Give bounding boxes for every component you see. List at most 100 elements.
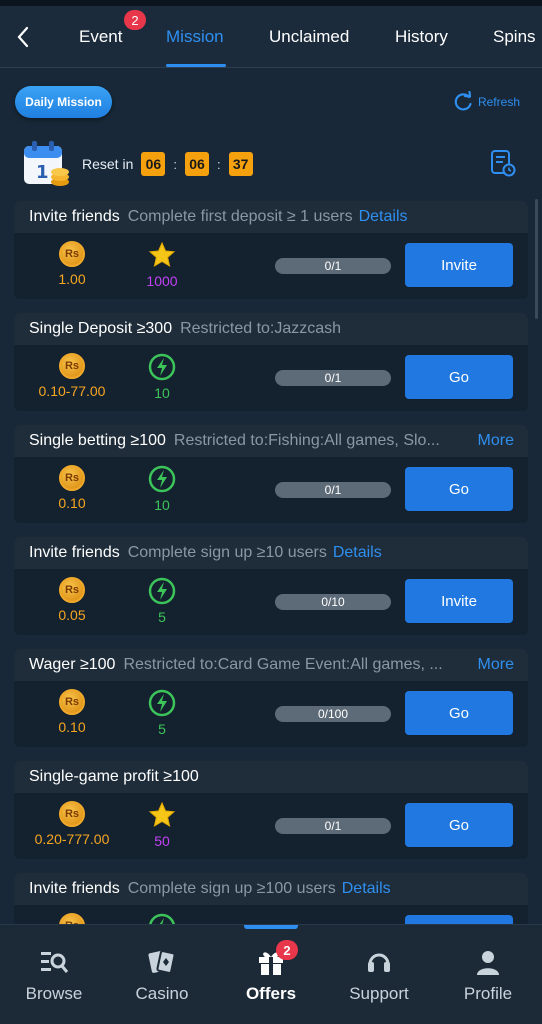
coin-reward-value: 1.00 (58, 271, 86, 287)
mission-header: Invite friends Complete first deposit ≥ … (14, 201, 528, 233)
bonus-reward: 10 (117, 353, 207, 401)
mission-action-button[interactable]: Invite (405, 243, 513, 287)
daily-mission-button[interactable]: Daily Mission (15, 86, 112, 118)
mission-action-button[interactable]: Go (405, 355, 513, 399)
mission-title: Invite friends (29, 880, 120, 897)
details-link[interactable]: Details (359, 208, 408, 226)
mission-action-button[interactable]: Go (405, 691, 513, 735)
browse-icon (39, 946, 69, 978)
nav-casino[interactable]: Casino (108, 925, 216, 1024)
mission-description: Restricted to:Jazzcash (180, 320, 342, 337)
bonus-reward-value: 50 (154, 833, 170, 849)
mission-action-button[interactable]: Invite (405, 579, 513, 623)
nav-support[interactable]: Support (325, 925, 433, 1024)
tab-event[interactable]: Event 2 (79, 6, 146, 68)
mission-header: Single Deposit ≥300 Restricted to:Jazzca… (14, 313, 528, 345)
mission-card: Invite friends Complete first deposit ≥ … (14, 201, 528, 299)
mission-action-button[interactable] (405, 915, 513, 924)
mission-header: Wager ≥100 Restricted to:Card Game Event… (14, 649, 528, 681)
gift-icon: 2 (256, 940, 298, 978)
bonus-reward-value: 5 (158, 609, 166, 625)
mission-card: Single Deposit ≥300 Restricted to:Jazzca… (14, 313, 528, 411)
lightning-icon (148, 577, 176, 605)
mission-header: Invite friends Complete sign up ≥10 user… (14, 537, 528, 569)
chevron-left-icon (17, 26, 29, 47)
nav-offers[interactable]: 2 Offers (217, 925, 325, 1024)
bonus-reward: 5 (117, 577, 207, 625)
coin-reward: Rs 0.10 (27, 689, 117, 735)
details-link[interactable]: Details (333, 544, 382, 562)
mission-title: Invite friends (29, 208, 120, 225)
nav-profile[interactable]: Profile (434, 925, 542, 1024)
mission-title: Invite friends (29, 544, 120, 561)
bottom-navigation: Browse Casino 2 Offers Support Profile (0, 924, 542, 1024)
mission-description: Complete first deposit ≥ 1 users (127, 208, 353, 225)
cards-icon (147, 946, 177, 978)
tab-mission-label: Mission (166, 27, 224, 46)
bonus-reward: 1000 (117, 241, 207, 289)
mission-body: Rs 0.20-777.00 50 0/1 Go (14, 793, 528, 859)
nav-profile-label: Profile (463, 984, 513, 1003)
bonus-reward-value: 1000 (146, 273, 178, 289)
details-link[interactable]: Details (342, 880, 391, 898)
mission-body: Rs 0.10 10 0/1 Go (14, 457, 528, 523)
bonus-reward: 10 (117, 465, 207, 513)
coin-reward-value: 0.10-77.00 (38, 383, 106, 399)
mission-content[interactable]: Daily Mission Refresh 1 Reset in 06: 06… (0, 69, 542, 924)
tab-spins-label: Spins (493, 27, 536, 46)
mission-record-button[interactable] (490, 149, 516, 182)
nav-offers-label: Offers (245, 984, 297, 1003)
tab-mission[interactable]: Mission (166, 6, 224, 68)
coin-reward: Rs 1.00 (27, 241, 117, 287)
progress-bar: 0/10 (275, 594, 391, 610)
refresh-button[interactable]: Refresh (452, 91, 520, 113)
more-link[interactable]: More (471, 649, 514, 681)
mission-screen: Event 2 Mission Unclaimed History Spins … (0, 0, 542, 1024)
coin-reward: Rs 0.10 (27, 465, 117, 511)
scrollbar[interactable] (535, 199, 538, 319)
back-button[interactable] (0, 6, 46, 68)
refresh-label: Refresh (477, 95, 520, 109)
rupee-coin-icon: Rs (59, 465, 85, 491)
progress-bar: 0/1 (275, 258, 391, 274)
bonus-reward-value: 10 (154, 385, 170, 401)
more-link[interactable]: More (471, 425, 514, 457)
headset-icon (364, 946, 394, 978)
bonus-reward-value: 5 (158, 721, 166, 737)
tab-history-label: History (395, 27, 448, 46)
lightning-icon (148, 689, 176, 717)
coin-reward-value: 0.10 (58, 719, 86, 735)
rupee-coin-icon: Rs (59, 801, 85, 827)
mission-body: Rs (14, 905, 528, 924)
active-tab-underline (166, 64, 226, 67)
mission-header: Invite friends Complete sign up ≥100 use… (14, 873, 528, 905)
mission-action-button[interactable]: Go (405, 467, 513, 511)
tab-unclaimed-label: Unclaimed (269, 27, 350, 46)
mission-header: Single-game profit ≥100 (14, 761, 528, 793)
tab-event-label: Event (79, 27, 123, 46)
progress-bar: 0/100 (275, 706, 391, 722)
tab-history[interactable]: History (395, 6, 448, 68)
calendar-coins-icon: 1 (20, 138, 72, 190)
mission-title: Single betting ≥100 (29, 432, 166, 449)
mission-card: Invite friends Complete sign up ≥10 user… (14, 537, 528, 635)
bonus-reward: 5 (117, 689, 207, 737)
person-icon (473, 946, 503, 978)
rupee-coin-icon: Rs (59, 353, 85, 379)
tab-unclaimed[interactable]: Unclaimed (269, 6, 349, 68)
mission-title: Single-game profit ≥100 (29, 768, 199, 785)
coin-reward-value: 0.10 (58, 495, 86, 511)
nav-support-label: Support (349, 984, 409, 1003)
rupee-coin-icon: Rs (59, 689, 85, 715)
reset-timer-row: 1 Reset in 06 : 06 : 37 (20, 137, 522, 191)
mission-title: Wager ≥100 (29, 656, 116, 673)
mission-card: Single-game profit ≥100 Rs 0.20-777.00 5… (14, 761, 528, 859)
mission-description: Complete sign up ≥100 users (127, 880, 336, 897)
mission-body: Rs 0.10-77.00 10 0/1 Go (14, 345, 528, 411)
mission-action-button[interactable]: Go (405, 803, 513, 847)
timer-colon: : (216, 156, 221, 172)
tab-spins[interactable]: Spins (493, 6, 536, 68)
mission-card: Wager ≥100 Restricted to:Card Game Event… (14, 649, 528, 747)
rupee-coin-icon: Rs (59, 241, 85, 267)
nav-browse[interactable]: Browse (0, 925, 108, 1024)
